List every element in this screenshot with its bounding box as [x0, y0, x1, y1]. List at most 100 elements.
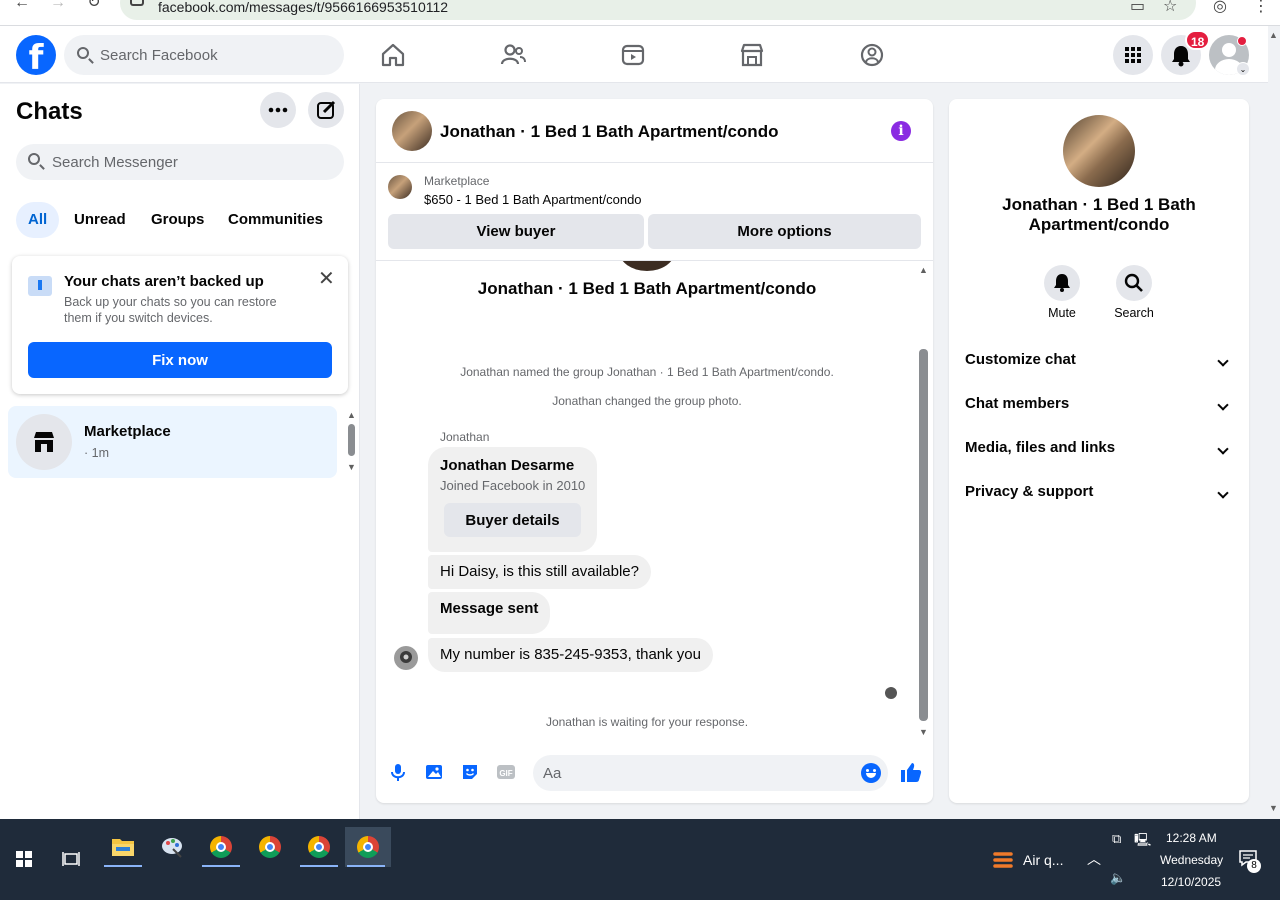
buyer-name: Jonathan Desarme — [440, 457, 575, 474]
friends-icon[interactable] — [499, 41, 527, 69]
listing-title[interactable]: $650 - 1 Bed 1 Bath Apartment/condo — [424, 192, 642, 207]
buyer-joined: Joined Facebook in 2010 — [440, 478, 586, 493]
chat-options-button[interactable] — [260, 92, 296, 128]
message-bubble[interactable]: Message sent — [428, 592, 551, 634]
url-text: facebook.com/messages/t/9566166953510112 — [158, 0, 449, 15]
media-files-links-section[interactable]: Media, files and links — [965, 439, 1233, 463]
site-settings-icon[interactable] — [130, 0, 144, 6]
emoji-icon[interactable] — [861, 763, 881, 783]
chat-avatar[interactable] — [392, 111, 432, 151]
windows-taskbar: Air q... ︿ ⧉ 🖳 🔈 12:28 AM Wednesday 12/1… — [0, 819, 1280, 900]
clock-day[interactable]: Wednesday — [1160, 853, 1223, 867]
chat-scrollbar[interactable]: ▲ ▼ — [917, 263, 931, 741]
clock-time[interactable]: 12:28 AM — [1166, 831, 1217, 845]
message-bubble[interactable]: My number is 835-245-9353, thank you — [428, 638, 713, 672]
view-buyer-button[interactable]: View buyer — [388, 214, 644, 249]
chrome-profile-taskbar-button[interactable] — [200, 827, 242, 867]
air-quality-icon[interactable] — [992, 849, 1014, 871]
new-message-button[interactable] — [308, 92, 344, 128]
bell-icon — [1054, 274, 1070, 292]
gif-icon[interactable]: GIF — [496, 762, 516, 782]
chevron-down-icon[interactable]: ⌄ — [1236, 62, 1250, 76]
chrome-profile-2-taskbar-button[interactable] — [298, 827, 340, 867]
backup-text: Back up your chats so you can restore th… — [64, 295, 277, 325]
sender-name: Jonathan — [440, 430, 490, 444]
scroll-up-icon[interactable]: ▲ — [347, 410, 356, 420]
chrome-active-taskbar-button[interactable] — [345, 827, 391, 867]
chrome-taskbar-button[interactable] — [249, 827, 291, 867]
microphone-icon[interactable] — [388, 762, 408, 782]
back-arrow-icon[interactable]: ← — [10, 0, 34, 14]
chat-title[interactable]: Jonathan · 1 Bed 1 Bath Apartment/condo — [440, 122, 778, 142]
scrollbar-thumb[interactable] — [919, 349, 928, 721]
group-title: Jonathan · 1 Bed 1 Bath Apartment/condo — [477, 279, 817, 298]
photo-icon[interactable] — [424, 762, 444, 782]
marketplace-icon[interactable] — [738, 41, 766, 69]
install-app-icon[interactable]: ▭ — [1130, 0, 1145, 16]
paint-taskbar-button[interactable] — [151, 827, 193, 867]
message-input[interactable] — [543, 755, 853, 791]
close-icon[interactable]: ✕ — [318, 266, 335, 291]
page-scroll-down-icon[interactable]: ▼ — [1269, 803, 1278, 813]
filter-tab-all[interactable]: All — [16, 202, 60, 238]
facebook-search-input[interactable] — [100, 35, 330, 75]
fix-now-button[interactable]: Fix now — [28, 342, 332, 378]
bookmark-star-icon[interactable]: ☆ — [1163, 0, 1177, 16]
facebook-logo-icon[interactable]: f — [16, 35, 56, 75]
address-bar[interactable]: facebook.com/messages/t/9566166953510112 — [120, 0, 1196, 20]
chat-info-avatar[interactable] — [1063, 115, 1135, 187]
message-input-wrapper[interactable] — [533, 755, 888, 791]
filter-tab-unread[interactable]: Unread — [62, 202, 138, 238]
sticker-icon[interactable] — [460, 762, 480, 782]
scroll-down-icon[interactable]: ▼ — [919, 727, 928, 737]
filter-tab-communities[interactable]: Communities — [216, 202, 335, 238]
windows-start-icon[interactable] — [16, 851, 32, 867]
privacy-support-section[interactable]: Privacy & support — [965, 483, 1233, 507]
thumbs-up-icon[interactable] — [899, 760, 923, 784]
browser-menu-icon[interactable]: ⋮ — [1253, 0, 1269, 16]
message-bubble[interactable]: Hi Daisy, is this still available? — [428, 555, 651, 589]
folder-icon — [112, 839, 134, 856]
task-view-icon[interactable] — [62, 850, 80, 868]
mute-label: Mute — [1048, 306, 1076, 320]
scroll-down-icon[interactable]: ▼ — [347, 462, 356, 472]
chat-window: Jonathan · 1 Bed 1 Bath Apartment/condo … — [376, 99, 933, 803]
menu-grid-button[interactable] — [1113, 35, 1153, 75]
video-icon[interactable] — [619, 41, 647, 69]
chat-members-section[interactable]: Chat members — [965, 395, 1233, 419]
home-icon[interactable] — [379, 41, 407, 69]
meet-now-icon[interactable]: ⧉ — [1112, 831, 1121, 847]
volume-icon[interactable]: 🔈 — [1110, 870, 1126, 886]
profile-icon[interactable]: ◎ — [1213, 0, 1227, 16]
chrome-icon — [210, 836, 232, 858]
search-conversation-button[interactable]: Search — [1104, 265, 1164, 320]
page-scroll-up-icon[interactable]: ▲ — [1269, 30, 1278, 40]
network-icon[interactable]: 🖳 — [1134, 831, 1151, 853]
chat-info-panel: Jonathan · 1 Bed 1 Bath Apartment/condo … — [949, 99, 1249, 803]
scrollbar-thumb[interactable] — [348, 424, 355, 456]
show-hidden-icons-icon[interactable]: ︿ — [1087, 849, 1101, 869]
info-icon[interactable]: i — [891, 121, 911, 141]
scroll-up-icon[interactable]: ▲ — [919, 265, 928, 275]
weather-widget-text[interactable]: Air q... — [1023, 852, 1063, 868]
conversation-name: Marketplace — [84, 423, 171, 440]
messenger-search-input[interactable] — [52, 144, 332, 180]
sidebar-scrollbar[interactable]: ▲ ▼ — [345, 410, 357, 474]
facebook-search[interactable] — [64, 35, 344, 75]
svg-text:GIF: GIF — [499, 769, 512, 778]
messenger-search[interactable] — [16, 144, 344, 180]
forward-arrow-icon[interactable]: → — [46, 0, 70, 14]
filter-tab-groups[interactable]: Groups — [139, 202, 216, 238]
mute-button[interactable]: Mute — [1032, 265, 1092, 320]
reload-icon[interactable]: ↻ — [82, 0, 106, 14]
clock-date[interactable]: 12/10/2025 — [1161, 875, 1221, 889]
listing-thumbnail — [388, 175, 412, 199]
file-explorer-taskbar-button[interactable] — [102, 827, 144, 867]
conversation-item-marketplace[interactable]: Marketplace · 1m — [8, 406, 337, 478]
customize-chat-section[interactable]: Customize chat — [965, 351, 1233, 375]
more-options-button[interactable]: More options — [648, 214, 921, 249]
grid-icon — [1125, 47, 1141, 63]
sender-avatar[interactable] — [394, 644, 418, 672]
gaming-icon[interactable] — [858, 41, 886, 69]
buyer-details-button[interactable]: Buyer details — [444, 503, 581, 537]
